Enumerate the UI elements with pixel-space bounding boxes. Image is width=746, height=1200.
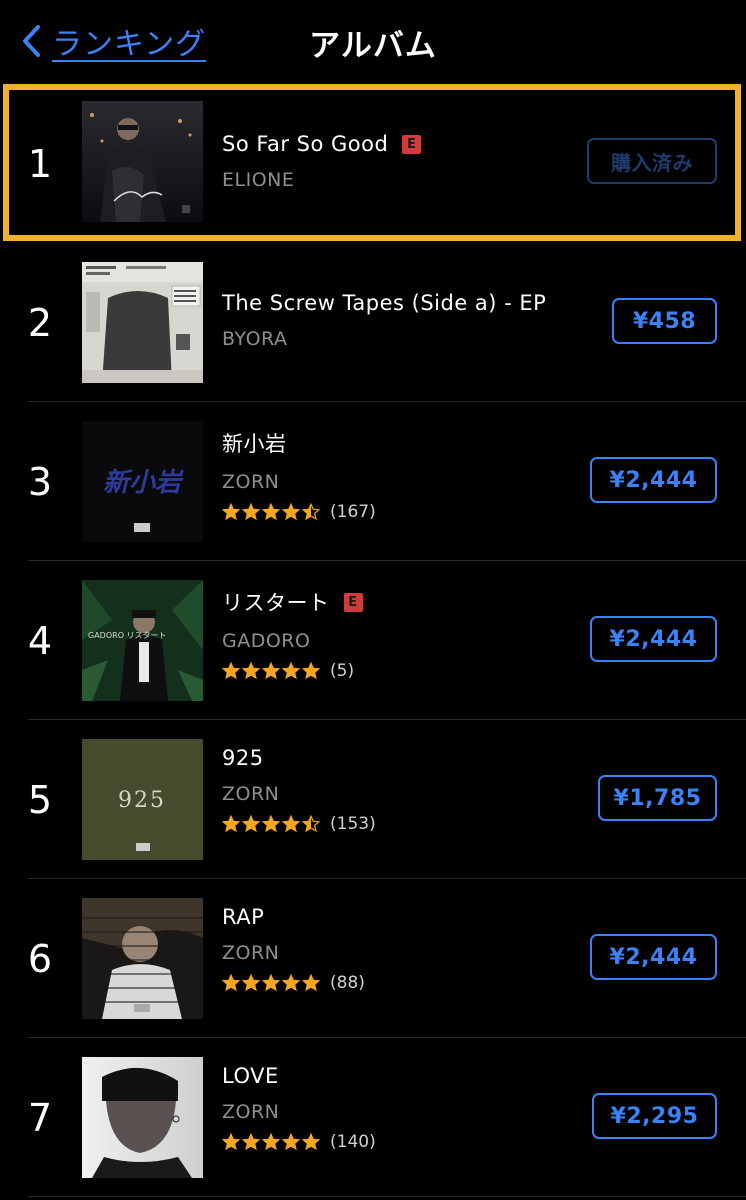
rank-number: 6 — [27, 936, 53, 981]
album-title[interactable]: RAP — [222, 905, 264, 929]
price-button[interactable]: ¥1,785 — [598, 775, 717, 821]
rating: (153) — [222, 814, 582, 834]
star-half-icon — [302, 503, 320, 521]
list-item[interactable]: 6 RAP ZORN (88) ¥2,444 — [0, 879, 746, 1038]
star-full-icon — [302, 662, 320, 680]
album-title[interactable]: 925 — [222, 746, 264, 770]
artist-name[interactable]: BYORA — [222, 328, 582, 350]
star-full-icon — [222, 815, 240, 833]
star-full-icon — [302, 974, 320, 992]
list-item[interactable]: 1 So Far So Good E ELIONE 購入済み — [0, 84, 746, 243]
list-item[interactable]: 4 GADORO リスタート リスタート E GADORO (5) ¥2,444 — [0, 561, 746, 720]
rating: (5) — [222, 661, 582, 681]
album-artwork[interactable] — [82, 101, 203, 222]
star-full-icon — [242, 662, 260, 680]
star-rating — [222, 1133, 322, 1151]
star-full-icon — [262, 815, 280, 833]
album-artwork[interactable] — [82, 898, 203, 1019]
album-info: The Screw Tapes (Side a) - EP BYORA — [222, 291, 582, 350]
divider — [28, 1196, 746, 1197]
artist-name[interactable]: ZORN — [222, 471, 582, 493]
rating: (140) — [222, 1132, 582, 1152]
artist-name[interactable]: ZORN — [222, 942, 582, 964]
rating-count: (167) — [330, 502, 376, 522]
star-full-icon — [282, 1133, 300, 1151]
album-artwork[interactable]: 新小岩 — [82, 421, 203, 542]
rank-number: 7 — [27, 1095, 53, 1140]
star-full-icon — [242, 1133, 260, 1151]
star-full-icon — [222, 503, 240, 521]
rating-count: (140) — [330, 1132, 376, 1152]
star-full-icon — [262, 974, 280, 992]
rating-count: (88) — [330, 973, 365, 993]
price-button[interactable]: ¥2,444 — [590, 457, 717, 503]
album-artwork[interactable] — [82, 1057, 203, 1178]
album-title[interactable]: リスタート — [222, 587, 330, 617]
star-full-icon — [262, 1133, 280, 1151]
star-half-icon — [302, 815, 320, 833]
rating: (167) — [222, 502, 582, 522]
artist-name[interactable]: ZORN — [222, 783, 582, 805]
rank-number: 5 — [27, 777, 53, 822]
album-title[interactable]: LOVE — [222, 1064, 279, 1088]
explicit-badge: E — [402, 134, 422, 154]
price-button[interactable]: ¥2,295 — [592, 1093, 717, 1139]
album-artwork[interactable]: GADORO リスタート — [82, 580, 203, 701]
page-title: アルバム — [309, 28, 437, 64]
album-title[interactable]: So Far So Good — [222, 132, 388, 156]
rank-number: 4 — [27, 618, 53, 663]
star-full-icon — [262, 662, 280, 680]
list-item[interactable]: 5 925 925 ZORN (153) ¥1,785 — [0, 720, 746, 879]
album-info: 新小岩 ZORN (167) — [222, 428, 582, 522]
album-art-text: 925 — [118, 788, 166, 813]
star-full-icon — [222, 974, 240, 992]
album-title[interactable]: The Screw Tapes (Side a) - EP — [222, 291, 546, 315]
list-item[interactable]: 2 The Screw Tapes (Side a) - EP BYORA ¥4… — [0, 243, 746, 402]
artist-name[interactable]: ELIONE — [222, 169, 582, 191]
star-rating — [222, 503, 322, 521]
star-full-icon — [282, 815, 300, 833]
navigation-bar: ランキング アルバム — [0, 0, 746, 84]
album-info: 925 ZORN (153) — [222, 746, 582, 834]
list-item[interactable]: 3 新小岩 新小岩 ZORN (167) ¥2,444 — [0, 402, 746, 561]
album-art-text: 新小岩 — [103, 468, 184, 498]
album-artwork[interactable] — [82, 262, 203, 383]
rank-number: 1 — [27, 141, 53, 186]
star-full-icon — [282, 503, 300, 521]
rating-count: (5) — [330, 661, 355, 681]
star-full-icon — [302, 1133, 320, 1151]
star-full-icon — [222, 1133, 240, 1151]
price-button[interactable]: ¥458 — [612, 298, 717, 344]
star-full-icon — [282, 662, 300, 680]
star-rating — [222, 815, 322, 833]
album-info: リスタート E GADORO (5) — [222, 587, 582, 681]
rating: (88) — [222, 973, 582, 993]
list-item[interactable]: 7 LOVE ZORN (140) ¥2,295 — [0, 1038, 746, 1197]
album-artwork[interactable]: 925 — [82, 739, 203, 860]
star-full-icon — [262, 503, 280, 521]
purchased-button[interactable]: 購入済み — [587, 138, 717, 184]
star-rating — [222, 662, 322, 680]
star-full-icon — [242, 974, 260, 992]
album-ranking-list: 1 So Far So Good E ELIONE 購入済み 2 The Scr… — [0, 84, 746, 1197]
album-info: LOVE ZORN (140) — [222, 1064, 582, 1152]
star-rating — [222, 974, 322, 992]
album-info: So Far So Good E ELIONE — [222, 132, 582, 191]
star-full-icon — [242, 503, 260, 521]
star-full-icon — [222, 662, 240, 680]
price-button[interactable]: ¥2,444 — [590, 934, 717, 980]
explicit-badge: E — [343, 592, 363, 612]
rank-number: 2 — [27, 300, 53, 345]
star-full-icon — [282, 974, 300, 992]
star-full-icon — [242, 815, 260, 833]
price-button[interactable]: ¥2,444 — [590, 616, 717, 662]
album-title[interactable]: 新小岩 — [222, 428, 287, 458]
artist-name[interactable]: ZORN — [222, 1101, 582, 1123]
rank-number: 3 — [27, 459, 53, 504]
rating-count: (153) — [330, 814, 376, 834]
artist-name[interactable]: GADORO — [222, 630, 582, 652]
album-art-text: GADORO リスタート — [88, 631, 167, 640]
album-info: RAP ZORN (88) — [222, 905, 582, 993]
